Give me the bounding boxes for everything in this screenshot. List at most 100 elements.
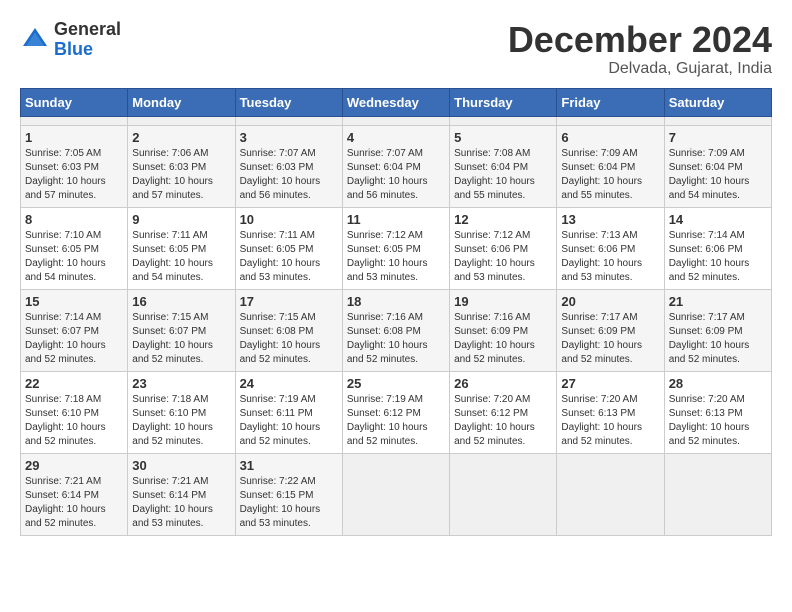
day-info: Sunrise: 7:20 AMSunset: 6:12 PMDaylight:… <box>454 393 552 449</box>
weekday-header-wednesday: Wednesday <box>342 88 449 116</box>
day-info: Sunrise: 7:15 AMSunset: 6:07 PMDaylight:… <box>132 311 230 367</box>
calendar-cell: 29 Sunrise: 7:21 AMSunset: 6:14 PMDayligh… <box>21 453 128 535</box>
day-number: 17 <box>240 294 338 309</box>
day-number: 29 <box>25 458 123 473</box>
day-info: Sunrise: 7:17 AMSunset: 6:09 PMDaylight:… <box>561 311 659 367</box>
day-info: Sunrise: 7:08 AMSunset: 6:04 PMDaylight:… <box>454 147 552 203</box>
day-number: 22 <box>25 376 123 391</box>
calendar-cell: 24Sunrise: 7:19 AMSunset: 6:11 PMDayligh… <box>235 371 342 453</box>
day-number: 14 <box>669 212 767 227</box>
calendar-cell <box>342 453 449 535</box>
logo-icon <box>20 25 50 55</box>
calendar-cell <box>664 116 771 125</box>
day-number: 25 <box>347 376 445 391</box>
calendar-cell: 25 Sunrise: 7:19 AMSunset: 6:12 PMDayligh… <box>342 371 449 453</box>
week-row-3: 15 Sunrise: 7:14 AMSunset: 6:07 PMDayligh… <box>21 289 772 371</box>
day-number: 27 <box>561 376 659 391</box>
calendar-cell: 28 Sunrise: 7:20 AMSunset: 6:13 PMDayligh… <box>664 371 771 453</box>
day-number: 31 <box>240 458 338 473</box>
calendar-cell <box>342 116 449 125</box>
calendar-cell <box>128 116 235 125</box>
page-header: General Blue December 2024 Delvada, Guja… <box>20 20 772 78</box>
day-number: 4 <box>347 130 445 145</box>
week-row-0 <box>21 116 772 125</box>
weekday-header-thursday: Thursday <box>450 88 557 116</box>
calendar-cell: 26Sunrise: 7:20 AMSunset: 6:12 PMDayligh… <box>450 371 557 453</box>
calendar-cell <box>235 116 342 125</box>
week-row-2: 8 Sunrise: 7:10 AMSunset: 6:05 PMDaylight… <box>21 207 772 289</box>
calendar-cell: 11 Sunrise: 7:12 AMSunset: 6:05 PMDayligh… <box>342 207 449 289</box>
logo: General Blue <box>20 20 121 60</box>
day-number: 20 <box>561 294 659 309</box>
day-info: Sunrise: 7:14 AMSunset: 6:07 PMDaylight:… <box>25 311 123 367</box>
day-info: Sunrise: 7:06 AMSunset: 6:03 PMDaylight:… <box>132 147 230 203</box>
day-number: 30 <box>132 458 230 473</box>
day-number: 13 <box>561 212 659 227</box>
weekday-header-row: SundayMondayTuesdayWednesdayThursdayFrid… <box>21 88 772 116</box>
weekday-header-sunday: Sunday <box>21 88 128 116</box>
calendar-table: SundayMondayTuesdayWednesdayThursdayFrid… <box>20 88 772 536</box>
calendar-cell: 31 Sunrise: 7:22 AMSunset: 6:15 PMDayligh… <box>235 453 342 535</box>
calendar-cell: 8 Sunrise: 7:10 AMSunset: 6:05 PMDaylight… <box>21 207 128 289</box>
calendar-cell: 21 Sunrise: 7:17 AMSunset: 6:09 PMDayligh… <box>664 289 771 371</box>
day-info: Sunrise: 7:22 AMSunset: 6:15 PMDaylight:… <box>240 475 338 531</box>
calendar-cell: 18 Sunrise: 7:16 AMSunset: 6:08 PMDayligh… <box>342 289 449 371</box>
day-info: Sunrise: 7:20 AMSunset: 6:13 PMDaylight:… <box>669 393 767 449</box>
month-title: December 2024 <box>508 20 772 60</box>
day-info: Sunrise: 7:05 AMSunset: 6:03 PMDaylight:… <box>25 147 123 203</box>
day-info: Sunrise: 7:11 AMSunset: 6:05 PMDaylight:… <box>240 229 338 285</box>
day-number: 18 <box>347 294 445 309</box>
day-number: 28 <box>669 376 767 391</box>
weekday-header-friday: Friday <box>557 88 664 116</box>
day-number: 15 <box>25 294 123 309</box>
day-number: 12 <box>454 212 552 227</box>
day-info: Sunrise: 7:09 AMSunset: 6:04 PMDaylight:… <box>561 147 659 203</box>
day-number: 24 <box>240 376 338 391</box>
calendar-cell <box>450 116 557 125</box>
calendar-cell: 5Sunrise: 7:08 AMSunset: 6:04 PMDaylight… <box>450 125 557 207</box>
day-info: Sunrise: 7:19 AMSunset: 6:12 PMDaylight:… <box>347 393 445 449</box>
calendar-cell <box>450 453 557 535</box>
day-info: Sunrise: 7:12 AMSunset: 6:05 PMDaylight:… <box>347 229 445 285</box>
day-number: 21 <box>669 294 767 309</box>
day-number: 1 <box>25 130 123 145</box>
weekday-header-monday: Monday <box>128 88 235 116</box>
day-info: Sunrise: 7:21 AMSunset: 6:14 PMDaylight:… <box>132 475 230 531</box>
weekday-header-saturday: Saturday <box>664 88 771 116</box>
day-number: 7 <box>669 130 767 145</box>
day-number: 11 <box>347 212 445 227</box>
calendar-cell: 10 Sunrise: 7:11 AMSunset: 6:05 PMDayligh… <box>235 207 342 289</box>
day-info: Sunrise: 7:18 AMSunset: 6:10 PMDaylight:… <box>132 393 230 449</box>
day-info: Sunrise: 7:17 AMSunset: 6:09 PMDaylight:… <box>669 311 767 367</box>
calendar-cell: 3Sunrise: 7:07 AMSunset: 6:03 PMDaylight… <box>235 125 342 207</box>
calendar-cell: 19Sunrise: 7:16 AMSunset: 6:09 PMDayligh… <box>450 289 557 371</box>
calendar-cell <box>557 453 664 535</box>
calendar-cell: 12Sunrise: 7:12 AMSunset: 6:06 PMDayligh… <box>450 207 557 289</box>
day-number: 16 <box>132 294 230 309</box>
calendar-cell: 7Sunrise: 7:09 AMSunset: 6:04 PMDaylight… <box>664 125 771 207</box>
day-info: Sunrise: 7:18 AMSunset: 6:10 PMDaylight:… <box>25 393 123 449</box>
calendar-cell: 22 Sunrise: 7:18 AMSunset: 6:10 PMDayligh… <box>21 371 128 453</box>
calendar-cell <box>21 116 128 125</box>
day-number: 19 <box>454 294 552 309</box>
day-info: Sunrise: 7:10 AMSunset: 6:05 PMDaylight:… <box>25 229 123 285</box>
day-info: Sunrise: 7:13 AMSunset: 6:06 PMDaylight:… <box>561 229 659 285</box>
calendar-cell: 30 Sunrise: 7:21 AMSunset: 6:14 PMDayligh… <box>128 453 235 535</box>
weekday-header-tuesday: Tuesday <box>235 88 342 116</box>
calendar-cell: 27Sunrise: 7:20 AMSunset: 6:13 PMDayligh… <box>557 371 664 453</box>
calendar-cell: 6Sunrise: 7:09 AMSunset: 6:04 PMDaylight… <box>557 125 664 207</box>
day-number: 8 <box>25 212 123 227</box>
day-number: 2 <box>132 130 230 145</box>
calendar-cell <box>664 453 771 535</box>
calendar-cell: 4Sunrise: 7:07 AMSunset: 6:04 PMDaylight… <box>342 125 449 207</box>
week-row-4: 22 Sunrise: 7:18 AMSunset: 6:10 PMDayligh… <box>21 371 772 453</box>
calendar-cell: 20 Sunrise: 7:17 AMSunset: 6:09 PMDayligh… <box>557 289 664 371</box>
week-row-5: 29 Sunrise: 7:21 AMSunset: 6:14 PMDayligh… <box>21 453 772 535</box>
day-number: 10 <box>240 212 338 227</box>
calendar-cell: 9Sunrise: 7:11 AMSunset: 6:05 PMDaylight… <box>128 207 235 289</box>
calendar-cell: 15 Sunrise: 7:14 AMSunset: 6:07 PMDayligh… <box>21 289 128 371</box>
day-info: Sunrise: 7:16 AMSunset: 6:08 PMDaylight:… <box>347 311 445 367</box>
day-info: Sunrise: 7:21 AMSunset: 6:14 PMDaylight:… <box>25 475 123 531</box>
calendar-cell: 13 Sunrise: 7:13 AMSunset: 6:06 PMDayligh… <box>557 207 664 289</box>
day-info: Sunrise: 7:14 AMSunset: 6:06 PMDaylight:… <box>669 229 767 285</box>
